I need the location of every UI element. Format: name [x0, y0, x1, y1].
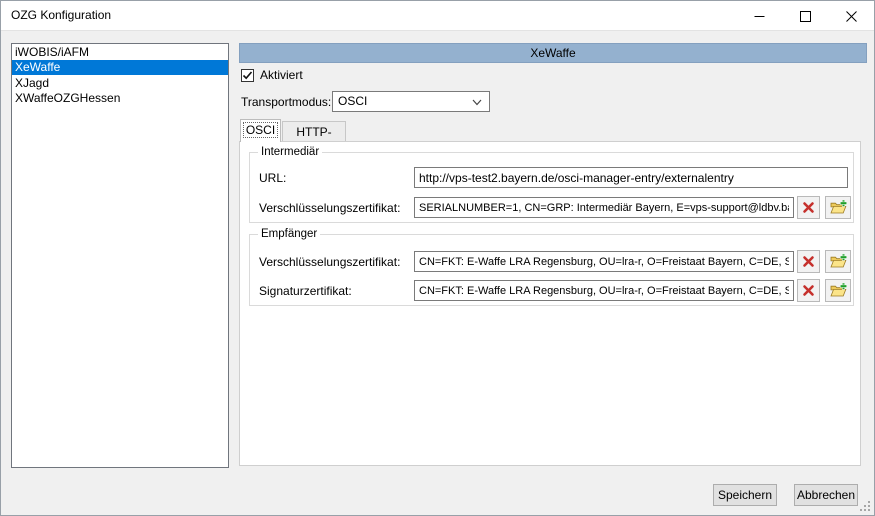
window-controls	[736, 1, 874, 31]
open-folder-add-icon	[830, 200, 847, 215]
window-title: OZG Konfiguration	[11, 1, 111, 30]
signaturzertifikat-remove-button[interactable]	[797, 279, 820, 302]
panel-title: XeWaffe	[239, 43, 867, 63]
intermediaer-verschluesselungszertifikat-label: Verschlüsselungszertifikat:	[259, 198, 400, 218]
list-item-xwaffeozghessen[interactable]: XWaffeOZGHessen	[12, 91, 228, 106]
signaturzertifikat-input[interactable]	[414, 280, 794, 301]
url-input[interactable]	[414, 167, 848, 188]
speichern-button[interactable]: Speichern	[713, 484, 777, 506]
ozg-konfiguration-dialog: OZG Konfiguration iWOBIS/iAFM XeWaffe XJ…	[0, 0, 875, 516]
list-item-xewaffe[interactable]: XeWaffe	[12, 60, 228, 75]
empfaenger-verschluesselungszertifikat-label: Verschlüsselungszertifikat:	[259, 252, 400, 272]
aktiviert-label: Aktiviert	[260, 68, 303, 83]
tab-osci[interactable]: OSCI	[240, 119, 281, 142]
open-folder-add-icon	[830, 283, 847, 298]
transportmodus-value: OSCI	[338, 94, 367, 108]
open-folder-add-icon	[830, 254, 847, 269]
chevron-down-icon	[472, 99, 482, 106]
group-empfaenger-title: Empfänger	[258, 227, 320, 242]
aktiviert-checkbox[interactable]	[241, 69, 254, 82]
module-listbox: iWOBIS/iAFM XeWaffe XJagd XWaffeOZGHesse…	[11, 43, 229, 468]
red-x-icon	[802, 284, 815, 297]
tab-http-proxy[interactable]: HTTP-Proxy	[282, 121, 346, 142]
transportmodus-select[interactable]: OSCI	[332, 91, 490, 112]
minimize-icon	[754, 11, 765, 22]
close-button[interactable]	[828, 1, 874, 31]
signaturzertifikat-label: Signaturzertifikat:	[259, 281, 352, 301]
check-icon	[242, 70, 253, 81]
resize-grip-icon[interactable]	[860, 501, 871, 512]
group-intermediaer-title: Intermediär	[258, 145, 322, 160]
transportmodus-label: Transportmodus:	[241, 94, 331, 110]
abbrechen-button[interactable]: Abbrechen	[794, 484, 858, 506]
list-item-xjagd[interactable]: XJagd	[12, 76, 228, 91]
signaturzertifikat-open-button[interactable]	[825, 279, 851, 302]
intermediaer-zertifikat-open-button[interactable]	[825, 196, 851, 219]
list-item-iwobis-iafm[interactable]: iWOBIS/iAFM	[12, 45, 228, 60]
close-icon	[846, 11, 857, 22]
empfaenger-verschluesselungszertifikat-open-button[interactable]	[825, 250, 851, 273]
maximize-icon	[800, 11, 811, 22]
titlebar: OZG Konfiguration	[1, 1, 874, 31]
maximize-button[interactable]	[782, 1, 828, 31]
empfaenger-verschluesselungszertifikat-input[interactable]	[414, 251, 794, 272]
minimize-button[interactable]	[736, 1, 782, 31]
red-x-icon	[802, 201, 815, 214]
empfaenger-verschluesselungszertifikat-remove-button[interactable]	[797, 250, 820, 273]
tab-osci-label: OSCI	[243, 122, 278, 138]
red-x-icon	[802, 255, 815, 268]
intermediaer-zertifikat-remove-button[interactable]	[797, 196, 820, 219]
intermediaer-verschluesselungszertifikat-input[interactable]	[414, 197, 794, 218]
url-label: URL:	[259, 168, 286, 188]
